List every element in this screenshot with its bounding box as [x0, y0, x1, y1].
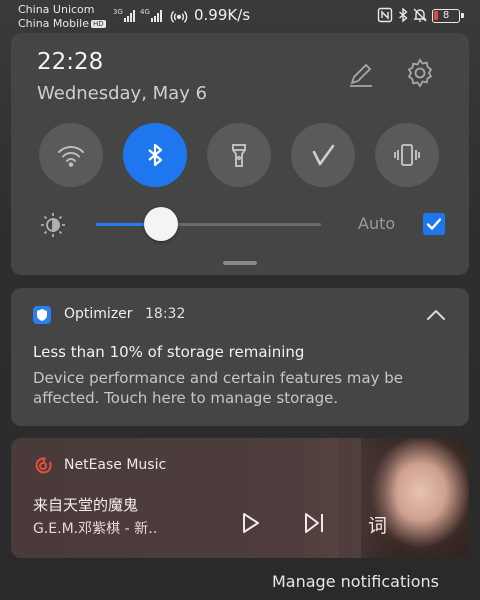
vibrate-toggle[interactable]	[375, 123, 439, 187]
net-speed: 0.99K/s	[194, 6, 251, 24]
vpn-icon	[312, 144, 335, 166]
panel-drag-handle[interactable]	[223, 261, 257, 265]
clock-date[interactable]: Wednesday, May 6	[37, 83, 207, 104]
battery-icon: 8	[432, 9, 464, 23]
auto-brightness-checkbox[interactable]	[423, 213, 445, 235]
notification-time: 18:32	[145, 306, 186, 322]
notification-body: Device performance and certain features …	[33, 369, 403, 407]
notification-app-name: Optimizer	[64, 306, 133, 322]
song-title: 来自天堂的魔鬼	[33, 496, 139, 514]
bluetooth-status-icon	[399, 7, 408, 23]
optimizer-shield-icon	[33, 306, 51, 324]
hotspot-icon	[170, 10, 188, 23]
hd-badge: HD	[91, 20, 106, 28]
wifi-icon	[58, 146, 84, 167]
auto-brightness-label: Auto	[358, 214, 396, 233]
status-bar: China Unicom China Mobile HD 3G 4G 0.99K/…	[0, 0, 480, 32]
chevron-up-icon[interactable]	[425, 306, 447, 324]
bluetooth-toggle[interactable]	[123, 123, 187, 187]
optimizer-notification[interactable]: Optimizer 18:32 Less than 10% of storage…	[11, 288, 469, 426]
signal-1-icon	[124, 10, 135, 22]
signal-2-icon	[151, 10, 162, 22]
manage-notifications-link[interactable]: Manage notifications	[272, 572, 439, 591]
quick-settings-panel: 22:28 Wednesday, May 6 Auto	[11, 33, 469, 275]
vpn-toggle[interactable]	[291, 123, 355, 187]
carrier-1-label: China Unicom	[18, 3, 95, 16]
brightness-icon	[41, 213, 65, 237]
netease-music-icon	[35, 457, 52, 474]
settings-gear-icon[interactable]	[404, 57, 436, 89]
flashlight-icon	[232, 144, 246, 167]
music-app-name: NetEase Music	[64, 457, 167, 473]
bluetooth-icon	[148, 143, 163, 167]
carrier-2-label: China Mobile HD	[18, 17, 106, 30]
nfc-icon	[377, 7, 393, 23]
play-icon[interactable]	[237, 510, 263, 536]
signal-2-tag: 4G	[140, 8, 150, 16]
brightness-slider[interactable]	[96, 207, 321, 241]
edit-pencil-icon[interactable]	[346, 59, 376, 89]
carrier-2-name: China Mobile	[18, 17, 90, 30]
mute-bell-icon	[413, 8, 427, 22]
brightness-slider-thumb[interactable]	[144, 207, 178, 241]
album-art-fade	[339, 438, 399, 558]
lyrics-button[interactable]: 词	[368, 511, 387, 538]
music-notification[interactable]: NetEase Music 来自天堂的魔鬼 G.E.M.邓紫棋 - 新‥ 词	[11, 438, 469, 558]
vibrate-icon	[394, 144, 420, 166]
notification-title: Less than 10% of storage remaining	[33, 343, 305, 361]
signal-1-tag: 3G	[113, 8, 123, 16]
wifi-toggle[interactable]	[39, 123, 103, 187]
quick-toggle-row	[39, 123, 439, 187]
next-track-icon[interactable]	[301, 510, 327, 536]
song-artist: G.E.M.邓紫棋 - 新‥	[33, 521, 158, 537]
clock-time[interactable]: 22:28	[37, 49, 103, 75]
checkmark-icon	[426, 218, 442, 230]
flashlight-toggle[interactable]	[207, 123, 271, 187]
